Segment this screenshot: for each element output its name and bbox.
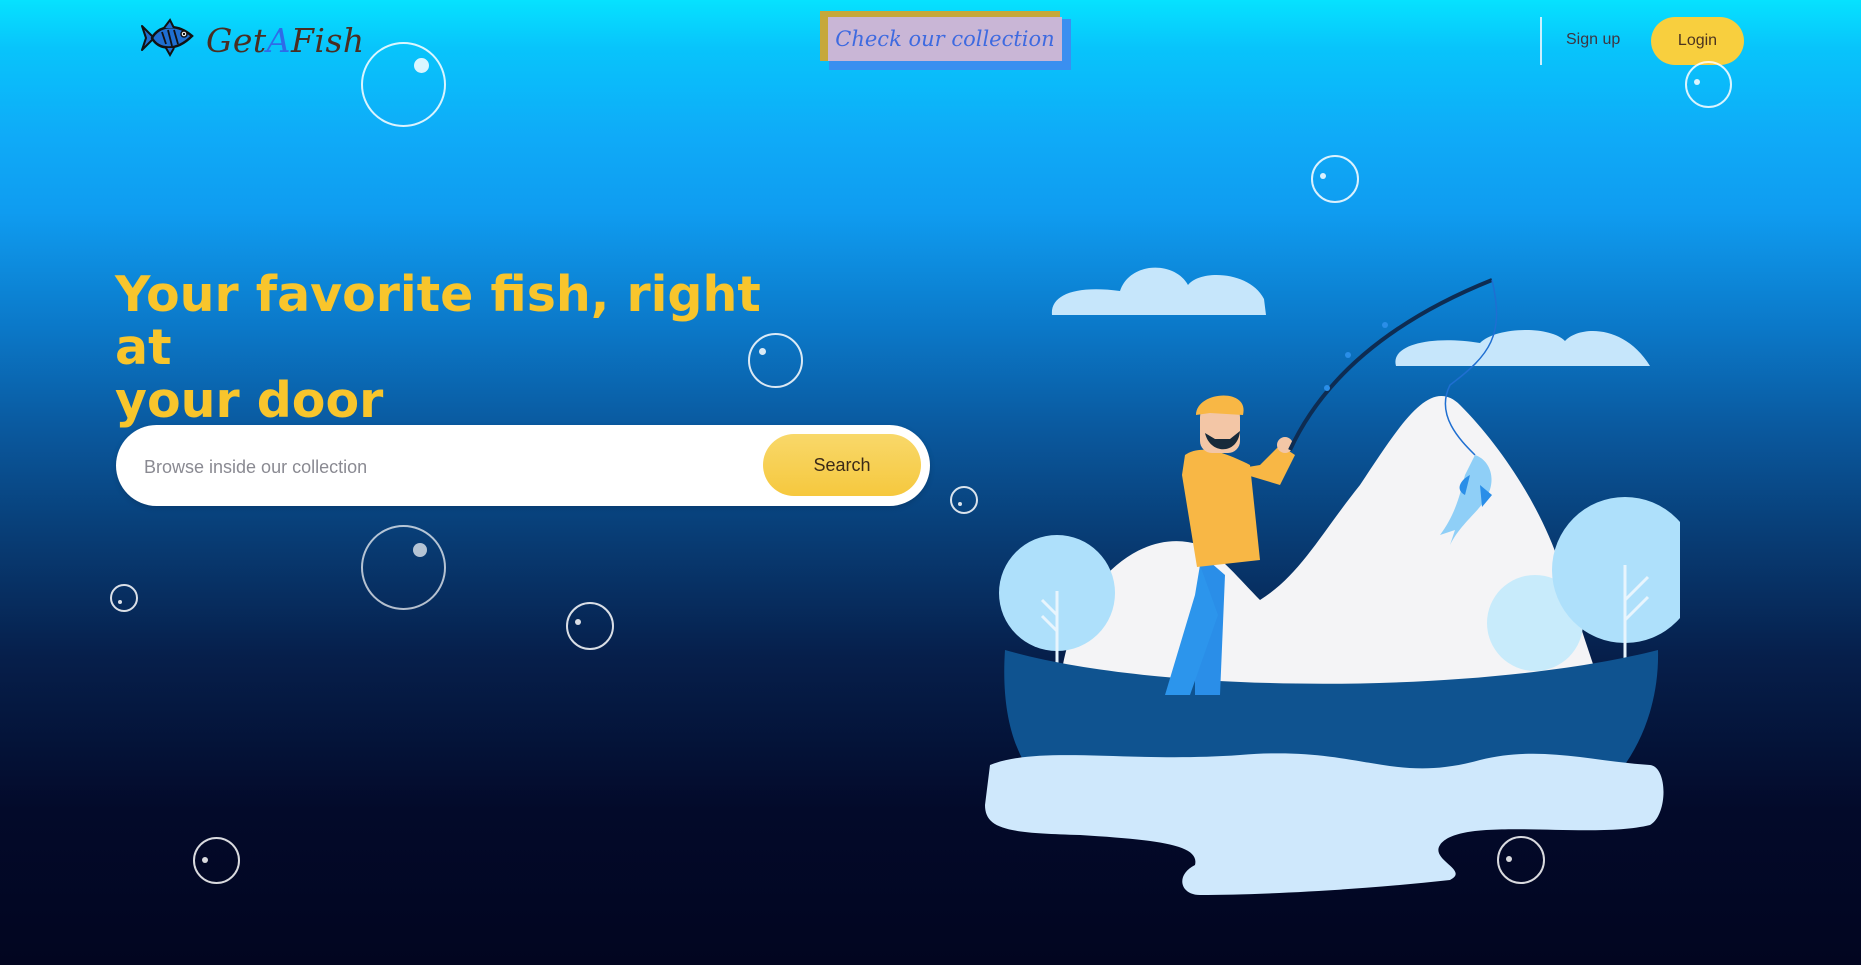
- cloud: [1051, 267, 1266, 315]
- check-collection-label: Check our collection: [828, 17, 1062, 61]
- bubble: [361, 525, 446, 610]
- bubble: [748, 333, 803, 388]
- bubble: [1311, 155, 1359, 203]
- hero-headline-line-1: Your favorite fish, right at: [115, 266, 761, 376]
- check-collection-button[interactable]: Check our collection: [820, 11, 1071, 70]
- search-bar: Search: [116, 425, 930, 506]
- search-input[interactable]: [142, 447, 746, 487]
- water: [985, 753, 1664, 895]
- bubble: [193, 837, 240, 884]
- fish-icon: [140, 18, 196, 62]
- bubble: [566, 602, 614, 650]
- logo[interactable]: GetAFish: [140, 18, 365, 62]
- fisherman-on-boat-illustration: [960, 255, 1698, 909]
- logo-text: GetAFish: [206, 20, 365, 60]
- cloud: [1395, 329, 1650, 366]
- search-button[interactable]: Search: [763, 434, 921, 496]
- bubble: [110, 584, 138, 612]
- hero-headline-line-2: your door: [115, 372, 384, 429]
- header-divider: [1540, 17, 1542, 65]
- signup-link[interactable]: Sign up: [1566, 31, 1620, 49]
- login-button[interactable]: Login: [1651, 17, 1744, 65]
- bubble: [361, 42, 446, 127]
- hero-headline: Your favorite fish, right at your door: [115, 268, 815, 427]
- bubble: [1685, 61, 1732, 108]
